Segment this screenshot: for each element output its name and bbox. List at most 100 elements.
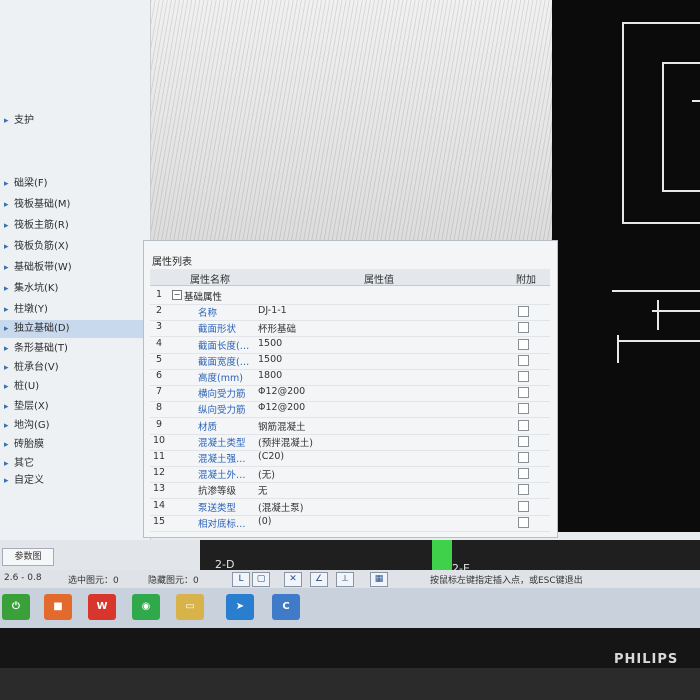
tree-item-label: 其它 <box>14 458 34 469</box>
rect-tool-icon[interactable]: ▢ <box>252 572 270 587</box>
tree-item[interactable]: ▸ 桩承台(V) <box>0 359 150 377</box>
tree-item[interactable]: ▸ 自定义 <box>0 472 150 490</box>
tree-item[interactable]: ▸ 支护 <box>0 112 150 130</box>
row-number: 6 <box>155 370 163 381</box>
tab-params-diagram[interactable]: 参数图 <box>2 548 54 566</box>
tree-item[interactable]: ▸ 础梁(F) <box>0 175 150 193</box>
status-scale: 2.6 - 0.8 <box>4 573 42 583</box>
attach-checkbox[interactable] <box>518 500 529 512</box>
row-number: 2 <box>155 305 163 317</box>
row-number: 8 <box>155 402 163 414</box>
tree-item[interactable]: ▸ 集水坑(K) <box>0 280 150 298</box>
attach-checkbox[interactable] <box>518 435 529 447</box>
attach-checkbox[interactable] <box>518 338 529 350</box>
property-value[interactable]: (0) <box>258 516 271 527</box>
attach-checkbox[interactable] <box>518 322 529 334</box>
tree-item[interactable]: ▸ 其它 <box>0 455 150 473</box>
component-icon: ▸ <box>4 305 9 315</box>
tree-item[interactable]: ▸ 砖胎膜 <box>0 436 150 454</box>
folder-icon[interactable]: ▭ <box>176 594 204 620</box>
property-name: 混凝土类型 <box>198 437 246 449</box>
cad-app-icon[interactable]: C <box>272 594 300 620</box>
screen: ▸ 支护 ▸ 础梁(F) ▸ 筏板基础(M) ▸ 筏板主筋(R) ▸ 筏板负筋(X) ▸ 基础板带(W… <box>0 0 700 628</box>
tree-item[interactable]: ▸ 筏板主筋(R) <box>0 217 150 235</box>
tree-item-label: 筏板主筋(R) <box>14 220 69 231</box>
tree-item-label: 地沟(G) <box>14 420 50 431</box>
property-value[interactable]: 无 <box>258 483 268 497</box>
row-number: 13 <box>152 483 166 495</box>
attach-checkbox[interactable] <box>518 387 529 399</box>
tree-item-label: 柱墩(Y) <box>14 304 48 315</box>
tree-item[interactable]: ▸ 垫层(X) <box>0 398 150 416</box>
component-icon: ▸ <box>4 459 9 469</box>
attach-checkbox[interactable] <box>518 419 529 431</box>
property-name: 相对底标… <box>198 518 246 530</box>
row-number: 4 <box>155 337 163 349</box>
property-value[interactable]: 1500 <box>258 338 282 349</box>
property-value[interactable]: (混凝土泵) <box>258 500 303 514</box>
component-icon: ▸ <box>4 179 9 189</box>
property-name: 泵送类型 <box>198 502 237 514</box>
row-number: 9 <box>155 418 163 430</box>
collapse-icon[interactable]: − <box>172 290 182 300</box>
property-name: 抗渗等级 <box>198 486 237 498</box>
row-number: 1 <box>155 289 163 300</box>
app-icon[interactable]: ■ <box>44 594 72 620</box>
tree-item[interactable]: ▸ 地沟(G) <box>0 417 150 435</box>
tree-item-label: 础梁(F) <box>14 178 48 189</box>
attach-checkbox[interactable] <box>518 468 529 480</box>
line-tool-icon[interactable]: L <box>232 572 250 587</box>
tree-item-label: 筏板负筋(X) <box>14 241 69 252</box>
property-value[interactable]: (预拌混凝土) <box>258 435 313 449</box>
property-value[interactable]: Φ12@200 <box>258 386 305 397</box>
component-icon: ▸ <box>4 221 9 231</box>
property-value[interactable]: 1800 <box>258 370 282 381</box>
tree-item[interactable]: ▸ 筏板基础(M) <box>0 196 150 214</box>
component-icon: ▸ <box>4 476 9 486</box>
property-value[interactable]: (C20) <box>258 451 284 462</box>
attach-checkbox[interactable] <box>518 516 529 528</box>
monitor-brand-logo: PHILIPS <box>614 652 679 667</box>
attach-checkbox[interactable] <box>518 452 529 463</box>
start-icon[interactable]: ⏻ <box>2 594 30 620</box>
tree-item[interactable]: ▸ 条形基础(T) <box>0 340 150 358</box>
component-tree: ▸ 支护 ▸ 础梁(F) ▸ 筏板基础(M) ▸ 筏板主筋(R) ▸ 筏板负筋(X) ▸ 基础板带(W… <box>0 0 151 570</box>
wechat-icon[interactable]: ◉ <box>132 594 160 620</box>
property-value[interactable]: 1500 <box>258 354 282 365</box>
header-name: 属性名称 <box>190 275 230 286</box>
send-icon[interactable]: ➤ <box>226 594 254 620</box>
property-name: 纵向受力筋 <box>198 405 246 417</box>
row-number: 14 <box>152 499 166 511</box>
wps-icon[interactable]: W <box>88 594 116 620</box>
property-value[interactable]: DJ-1-1 <box>258 305 287 316</box>
table-row[interactable]: 15 相对底标… (0) <box>150 514 550 532</box>
row-number: 3 <box>155 321 163 333</box>
grid-tool-icon[interactable]: ▦ <box>370 572 388 587</box>
attach-checkbox[interactable] <box>518 403 529 415</box>
attach-checkbox[interactable] <box>518 354 529 366</box>
property-value[interactable]: 杯形基础 <box>258 321 296 335</box>
tree-item[interactable]: ▸ 柱墩(Y) <box>0 301 150 319</box>
tree-item-label: 垫层(X) <box>14 401 49 412</box>
property-value[interactable]: Φ12@200 <box>258 402 305 413</box>
property-value[interactable]: 钢筋混凝土 <box>258 419 306 433</box>
property-name: 混凝土强… <box>198 454 246 465</box>
tree-item[interactable]: ▸ 桩(U) <box>0 378 150 396</box>
property-value[interactable]: (无) <box>258 467 275 481</box>
tree-item-label: 条形基础(T) <box>14 343 68 354</box>
tree-item-label: 自定义 <box>14 475 44 486</box>
attach-checkbox[interactable] <box>518 306 529 318</box>
tree-item[interactable]: ▸ 基础板带(W) <box>0 259 150 277</box>
component-icon: ▸ <box>4 242 9 252</box>
angle-tool-icon[interactable]: ∠ <box>310 572 328 587</box>
cross-tool-icon[interactable]: ✕ <box>284 572 302 587</box>
properties-header: 属性名称 属性值 附加 <box>150 269 550 286</box>
snap-tool-icon[interactable]: ⟂ <box>336 572 354 587</box>
property-name: 截面形状 <box>198 324 237 336</box>
attach-checkbox[interactable] <box>518 371 529 382</box>
tree-item-label: 支护 <box>14 115 34 126</box>
tree-item[interactable]: ▸ 筏板负筋(X) <box>0 238 150 256</box>
tree-item[interactable]: ▸ 独立基础(D) <box>0 320 150 338</box>
attach-checkbox[interactable] <box>518 484 529 496</box>
row-number: 12 <box>152 467 166 479</box>
